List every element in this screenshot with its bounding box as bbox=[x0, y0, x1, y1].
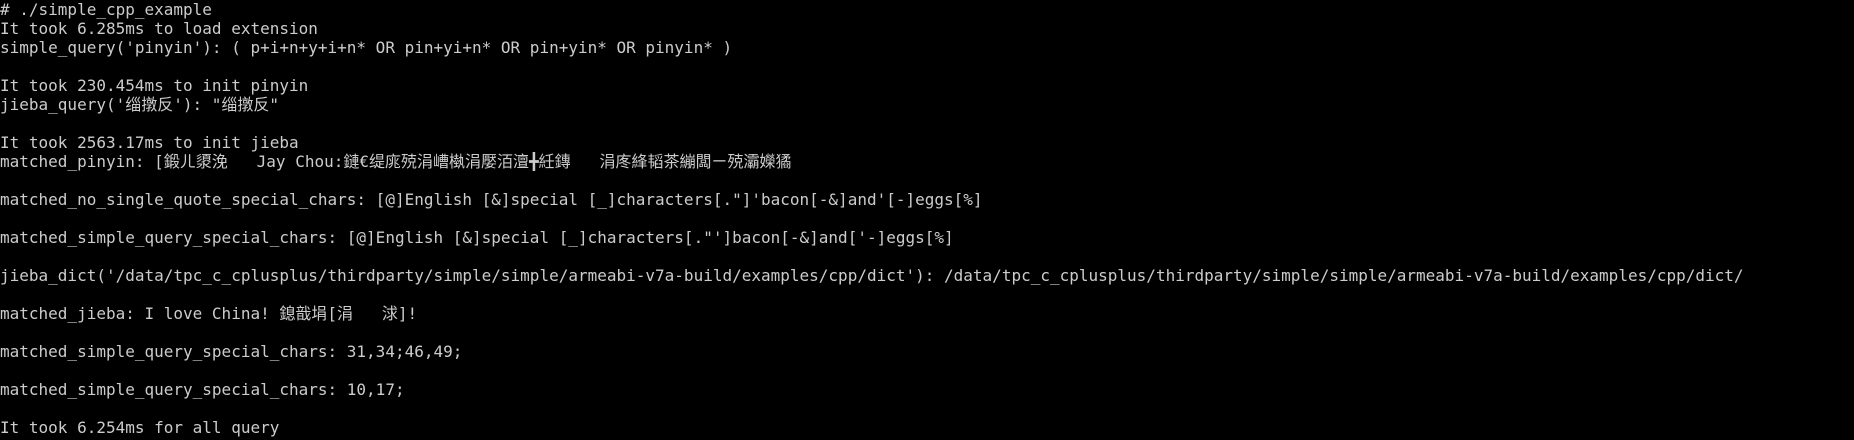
terminal-line-load-extension: It took 6.285ms to load extension bbox=[0, 19, 318, 38]
terminal-line-jieba-dict: jieba_dict('/data/tpc_c_cplusplus/thirdp… bbox=[0, 266, 1744, 285]
terminal-line-jieba-query: jieba_query('缁撴反'): "缁撴反" bbox=[0, 95, 280, 114]
terminal-line-all-query-time: It took 6.254ms for all query bbox=[0, 418, 280, 437]
terminal-line-simple-query: simple_query('pinyin'): ( p+i+n+y+i+n* O… bbox=[0, 38, 733, 57]
terminal-window[interactable]: # ./simple_cpp_example It took 6.285ms t… bbox=[0, 0, 1854, 440]
terminal-line-matched-simple-query-special: matched_simple_query_special_chars: [@]E… bbox=[0, 228, 954, 247]
terminal-line-matched-simple-query-offsets-1: matched_simple_query_special_chars: 31,3… bbox=[0, 342, 463, 361]
terminal-line-matched-pinyin: matched_pinyin: [鍛ㄦ澃浼 Jay Chou:鏈€缇庣殑涓嶆槸涓… bbox=[0, 152, 792, 171]
terminal-line-matched-simple-query-offsets-2: matched_simple_query_special_chars: 10,1… bbox=[0, 380, 405, 399]
terminal-line-command: # ./simple_cpp_example bbox=[0, 0, 212, 19]
terminal-line-matched-no-single-quote: matched_no_single_quote_special_chars: [… bbox=[0, 190, 983, 209]
terminal-line-init-pinyin: It took 230.454ms to init pinyin bbox=[0, 76, 309, 95]
terminal-line-init-jieba: It took 2563.17ms to init jieba bbox=[0, 133, 299, 152]
terminal-line-matched-jieba: matched_jieba: I love China! 鎴戠埍[涓 浗]! bbox=[0, 304, 418, 323]
